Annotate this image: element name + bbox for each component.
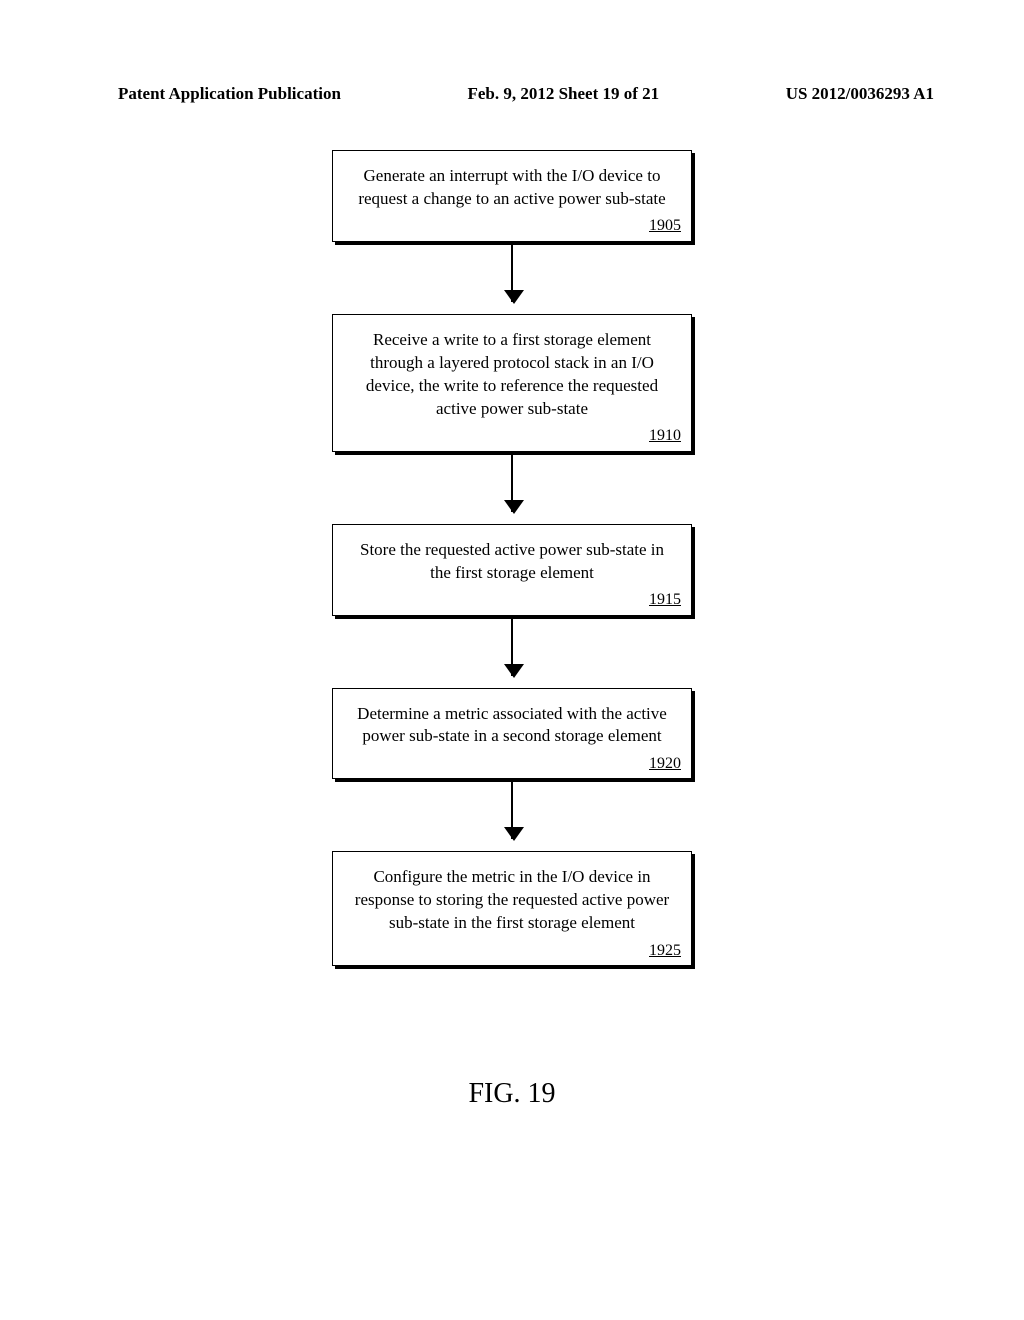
flow-step-ref: 1910: [649, 425, 681, 447]
arrow-down-icon: [511, 242, 513, 302]
flow-step-1915: Store the requested active power sub-sta…: [332, 524, 692, 616]
flow-step-1910: Receive a write to a first storage eleme…: [332, 314, 692, 452]
flow-step-ref: 1915: [649, 589, 681, 611]
flow-step-1925: Configure the metric in the I/O device i…: [332, 851, 692, 966]
patent-page: Patent Application Publication Feb. 9, 2…: [0, 0, 1024, 1320]
arrow-down-icon: [511, 616, 513, 676]
flow-step-ref: 1905: [649, 215, 681, 237]
flow-step-text: Store the requested active power sub-sta…: [360, 540, 664, 582]
flow-step-ref: 1925: [649, 940, 681, 962]
header-right: US 2012/0036293 A1: [786, 84, 934, 104]
flow-step-1905: Generate an interrupt with the I/O devic…: [332, 150, 692, 242]
flow-step-ref: 1920: [649, 753, 681, 775]
flowchart: Generate an interrupt with the I/O devic…: [0, 150, 1024, 966]
page-header: Patent Application Publication Feb. 9, 2…: [118, 84, 934, 104]
flow-step-text: Determine a metric associated with the a…: [357, 704, 667, 746]
figure-label: FIG. 19: [0, 1078, 1024, 1110]
flow-step-1920: Determine a metric associated with the a…: [332, 688, 692, 780]
arrow-down-icon: [511, 452, 513, 512]
arrow-down-icon: [511, 779, 513, 839]
flow-step-text: Receive a write to a first storage eleme…: [366, 330, 658, 418]
flow-step-text: Generate an interrupt with the I/O devic…: [358, 166, 665, 208]
header-left: Patent Application Publication: [118, 84, 341, 104]
header-center: Feb. 9, 2012 Sheet 19 of 21: [467, 84, 659, 104]
flow-step-text: Configure the metric in the I/O device i…: [355, 867, 669, 932]
